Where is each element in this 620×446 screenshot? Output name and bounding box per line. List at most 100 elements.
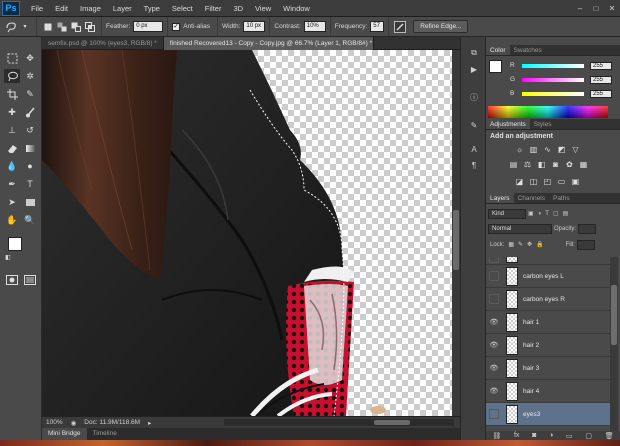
list-item[interactable]: 👁 hair 1 [486, 311, 610, 334]
filter-shape-icon[interactable]: ▢ [553, 210, 559, 217]
character-panel-icon[interactable]: A [467, 143, 481, 155]
blue-slider[interactable] [522, 91, 584, 96]
magic-wand-tool-icon[interactable]: ✲ [22, 69, 38, 83]
menu-type[interactable]: Type [138, 0, 166, 17]
chevron-down-icon[interactable]: ▾ [18, 20, 32, 34]
properties-panel-icon[interactable]: ⓘ [467, 91, 481, 103]
new-group-icon[interactable]: ▭ [566, 432, 573, 440]
new-selection-icon[interactable] [41, 20, 55, 34]
move-tool-icon[interactable]: ✥ [22, 51, 38, 65]
tab-layers[interactable]: Layers [486, 193, 514, 203]
filter-type-icon[interactable]: T [545, 211, 549, 217]
hand-tool-icon[interactable]: ✋ [4, 213, 20, 227]
tab-semfix[interactable]: semfix.psd @ 100% (eyes3, RGB/8) * [42, 37, 164, 50]
vibrance-icon[interactable]: ▽ [570, 144, 581, 154]
frequency-input[interactable]: 57 [370, 21, 385, 32]
zoom-level[interactable]: 100% [42, 419, 67, 426]
hue-saturation-icon[interactable]: ▤ [508, 159, 519, 169]
contrast-input[interactable]: 10% [303, 21, 326, 32]
canvas-vertical-scroll-thumb[interactable] [453, 210, 459, 270]
document-canvas[interactable] [42, 50, 452, 416]
lock-all-icon[interactable]: 🔒 [536, 241, 543, 248]
eye-icon[interactable]: 👁 [488, 339, 500, 351]
type-tool-icon[interactable]: T [22, 177, 38, 191]
menu-view[interactable]: View [249, 0, 277, 17]
lock-image-icon[interactable]: ✎ [518, 241, 523, 248]
red-slider[interactable] [522, 63, 584, 68]
visibility-toggle[interactable] [489, 409, 499, 419]
eraser-tool-icon[interactable] [4, 141, 20, 155]
filter-adjustment-icon[interactable]: ◑ [538, 211, 542, 217]
maximize-button[interactable]: □ [588, 2, 604, 15]
actions-panel-icon[interactable]: ▶ [467, 63, 481, 75]
lock-transparent-icon[interactable]: ▦ [508, 241, 514, 248]
add-mask-icon[interactable]: ◙ [532, 432, 536, 439]
tab-styles[interactable]: Styles [530, 119, 556, 129]
delete-layer-icon[interactable]: 🗑 [605, 432, 614, 440]
threshold-icon[interactable]: ◰ [542, 176, 553, 186]
paragraph-panel-icon[interactable]: ¶ [467, 159, 481, 171]
path-selection-tool-icon[interactable]: ➤ [4, 195, 20, 209]
new-adjustment-icon[interactable]: ◑ [549, 432, 553, 439]
green-slider[interactable] [522, 77, 584, 82]
tablet-pressure-icon[interactable] [393, 20, 407, 34]
tab-timeline[interactable]: Timeline [87, 428, 123, 440]
tab-channels[interactable]: Channels [514, 193, 549, 203]
color-balance-icon[interactable]: ⚖ [522, 159, 533, 169]
menu-file[interactable]: File [25, 0, 49, 17]
menu-image[interactable]: Image [74, 0, 107, 17]
clone-stamp-tool-icon[interactable]: ⊥ [4, 123, 20, 137]
canvas-horizontal-scroll-thumb[interactable] [374, 420, 410, 425]
menu-filter[interactable]: Filter [199, 0, 228, 17]
blue-value[interactable]: 255 [590, 89, 612, 98]
quick-mask-icon[interactable] [4, 273, 20, 287]
invert-icon[interactable]: ◪ [514, 176, 525, 186]
eye-icon[interactable]: 👁 [488, 316, 500, 328]
gradient-map-icon[interactable]: ▭ [556, 176, 567, 186]
photo-filter-icon[interactable]: ◙ [550, 159, 561, 169]
eyedropper-tool-icon[interactable]: ✎ [22, 87, 38, 101]
default-colors-icon[interactable]: ◧ [4, 253, 12, 261]
levels-icon[interactable]: ▥ [528, 144, 539, 154]
feather-input[interactable]: 0 px [133, 21, 164, 32]
pen-tool-icon[interactable]: ✒ [4, 177, 20, 191]
history-brush-tool-icon[interactable]: ↺ [22, 123, 38, 137]
fill-input[interactable] [576, 239, 595, 250]
tab-adjustments[interactable]: Adjustments [486, 119, 530, 129]
zoom-tool-icon[interactable]: 🔍 [22, 213, 38, 227]
marquee-tool-icon[interactable] [4, 51, 20, 65]
exposure-icon[interactable]: ◩ [556, 144, 567, 154]
eye-icon[interactable]: 👁 [488, 385, 500, 397]
blur-tool-icon[interactable]: 💧 [4, 159, 20, 173]
color-lookup-icon[interactable]: ▦ [578, 159, 589, 169]
magnetic-lasso-icon[interactable] [4, 20, 18, 34]
visibility-toggle[interactable] [489, 271, 499, 281]
layer-kind-select[interactable]: Kind [488, 208, 526, 219]
close-button[interactable]: ✕ [604, 2, 620, 15]
width-input[interactable]: 10 px [243, 21, 266, 32]
blend-mode-select[interactable]: Normal [488, 223, 552, 234]
menu-edit[interactable]: Edit [49, 0, 74, 17]
visibility-toggle[interactable] [489, 257, 499, 263]
minimize-button[interactable]: – [572, 2, 588, 15]
black-white-icon[interactable]: ◧ [536, 159, 547, 169]
filter-smart-icon[interactable]: ▤ [563, 210, 569, 217]
tab-paths[interactable]: Paths [549, 193, 574, 203]
layers-scroll-thumb[interactable] [611, 285, 617, 345]
subtract-selection-icon[interactable] [69, 20, 83, 34]
menu-layer[interactable]: Layer [107, 0, 138, 17]
healing-brush-tool-icon[interactable]: ✚ [4, 105, 20, 119]
posterize-icon[interactable]: ◫ [528, 176, 539, 186]
menu-3d[interactable]: 3D [227, 0, 249, 17]
green-value[interactable]: 255 [590, 75, 612, 84]
curves-icon[interactable]: ∿ [542, 144, 553, 154]
brightness-icon[interactable]: ☼ [514, 144, 525, 154]
link-layers-icon[interactable]: ⛓ [492, 432, 501, 440]
dodge-tool-icon[interactable]: ● [22, 159, 38, 173]
color-foreground-swatch[interactable] [489, 60, 502, 73]
red-value[interactable]: 255 [590, 61, 612, 70]
brush-tool-icon[interactable] [22, 105, 38, 119]
new-layer-icon[interactable]: ▢ [585, 432, 592, 440]
layer-style-icon[interactable]: fx [514, 432, 519, 439]
lock-position-icon[interactable]: ✥ [527, 241, 532, 248]
